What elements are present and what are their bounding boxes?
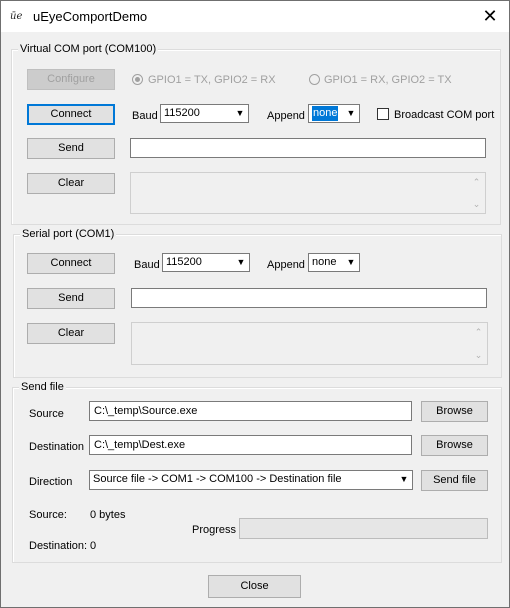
source-path-input[interactable]: C:\_temp\Source.exe xyxy=(89,401,412,421)
configure-button[interactable]: Configure xyxy=(27,69,115,90)
app-window: ūe uEyeComportDemo ✕ Virtual COM port (C… xyxy=(0,0,510,608)
send-file-group-title: Send file xyxy=(19,380,66,394)
direction-select[interactable]: Source file -> COM1 -> COM100 -> Destina… xyxy=(89,470,413,490)
destination-status-value: 0 xyxy=(90,540,97,552)
serial-log-scrollbar[interactable]: ⌃ ⌄ xyxy=(470,323,487,364)
scroll-up-icon[interactable]: ⌃ xyxy=(470,324,487,340)
chevron-down-icon[interactable]: ▼ xyxy=(232,105,248,122)
virtual-append-label: Append xyxy=(267,110,305,122)
direction-label: Direction xyxy=(29,476,73,488)
virtual-baud-label: Baud xyxy=(132,110,158,122)
serial-clear-button[interactable]: Clear xyxy=(27,323,115,344)
serial-append-label: Append xyxy=(267,259,305,271)
direction-value: Source file -> COM1 -> COM100 -> Destina… xyxy=(93,473,342,485)
gpio-tx-rx-label: GPIO1 = TX, GPIO2 = RX xyxy=(148,74,276,86)
close-window-icon[interactable]: ✕ xyxy=(471,1,509,32)
source-status-value: 0 bytes xyxy=(90,509,126,521)
scroll-down-icon[interactable]: ⌄ xyxy=(470,347,487,363)
gpio-rx-tx-radio[interactable] xyxy=(309,74,320,85)
source-status-label: Source: xyxy=(29,509,67,521)
browse-destination-button[interactable]: Browse xyxy=(421,435,488,456)
scroll-up-icon[interactable]: ⌃ xyxy=(468,174,485,190)
serial-log-box[interactable]: ⌃ ⌄ xyxy=(131,322,488,365)
virtual-baud-value: 115200 xyxy=(164,107,200,119)
virtual-log-box[interactable]: ⌃ ⌄ xyxy=(130,172,486,214)
chevron-down-icon[interactable]: ▼ xyxy=(396,471,412,488)
chevron-down-icon[interactable]: ▼ xyxy=(233,254,249,271)
virtual-connect-button[interactable]: Connect xyxy=(27,104,115,125)
title-bar[interactable]: ūe uEyeComportDemo ✕ xyxy=(1,1,509,32)
serial-append-value: none xyxy=(312,256,337,268)
gpio-rx-tx-label: GPIO1 = RX, GPIO2 = TX xyxy=(324,74,452,86)
ueye-app-icon: ūe xyxy=(10,11,23,22)
serial-baud-value: 115200 xyxy=(166,256,202,268)
destination-label: Destination xyxy=(29,441,85,453)
destination-status-label: Destination: xyxy=(29,540,88,552)
progress-label: Progress xyxy=(192,524,237,536)
virtual-send-input[interactable] xyxy=(130,138,486,158)
scroll-down-icon[interactable]: ⌄ xyxy=(468,196,485,212)
serial-baud-label: Baud xyxy=(134,259,160,271)
virtual-append-value: none xyxy=(312,106,339,121)
virtual-append-select[interactable]: none ▼ xyxy=(308,104,360,123)
virtual-clear-button[interactable]: Clear xyxy=(27,173,115,194)
broadcast-com-checkbox[interactable] xyxy=(377,108,389,120)
window-title: uEyeComportDemo xyxy=(33,9,148,24)
serial-append-select[interactable]: none ▼ xyxy=(308,253,360,272)
chevron-down-icon[interactable]: ▼ xyxy=(343,105,359,122)
virtual-send-button[interactable]: Send xyxy=(27,138,115,159)
virtual-com-group-title: Virtual COM port (COM100) xyxy=(18,42,159,56)
virtual-log-scrollbar[interactable]: ⌃ ⌄ xyxy=(468,173,485,213)
serial-baud-select[interactable]: 115200 ▼ xyxy=(162,253,250,272)
serial-port-group-title: Serial port (COM1) xyxy=(20,227,117,241)
send-file-button[interactable]: Send file xyxy=(421,470,488,491)
serial-connect-button[interactable]: Connect xyxy=(27,253,115,274)
gpio-tx-rx-radio[interactable] xyxy=(132,74,143,85)
serial-send-input[interactable] xyxy=(131,288,487,308)
send-progress-bar xyxy=(239,518,488,539)
serial-send-button[interactable]: Send xyxy=(27,288,115,309)
destination-path-input[interactable]: C:\_temp\Dest.exe xyxy=(89,435,412,455)
close-button[interactable]: Close xyxy=(208,575,301,598)
broadcast-com-label: Broadcast COM port xyxy=(394,109,495,121)
browse-source-button[interactable]: Browse xyxy=(421,401,488,422)
radio-selected-dot xyxy=(135,77,140,82)
virtual-baud-select[interactable]: 115200 ▼ xyxy=(160,104,249,123)
source-label: Source xyxy=(29,408,64,420)
chevron-down-icon[interactable]: ▼ xyxy=(343,254,359,271)
